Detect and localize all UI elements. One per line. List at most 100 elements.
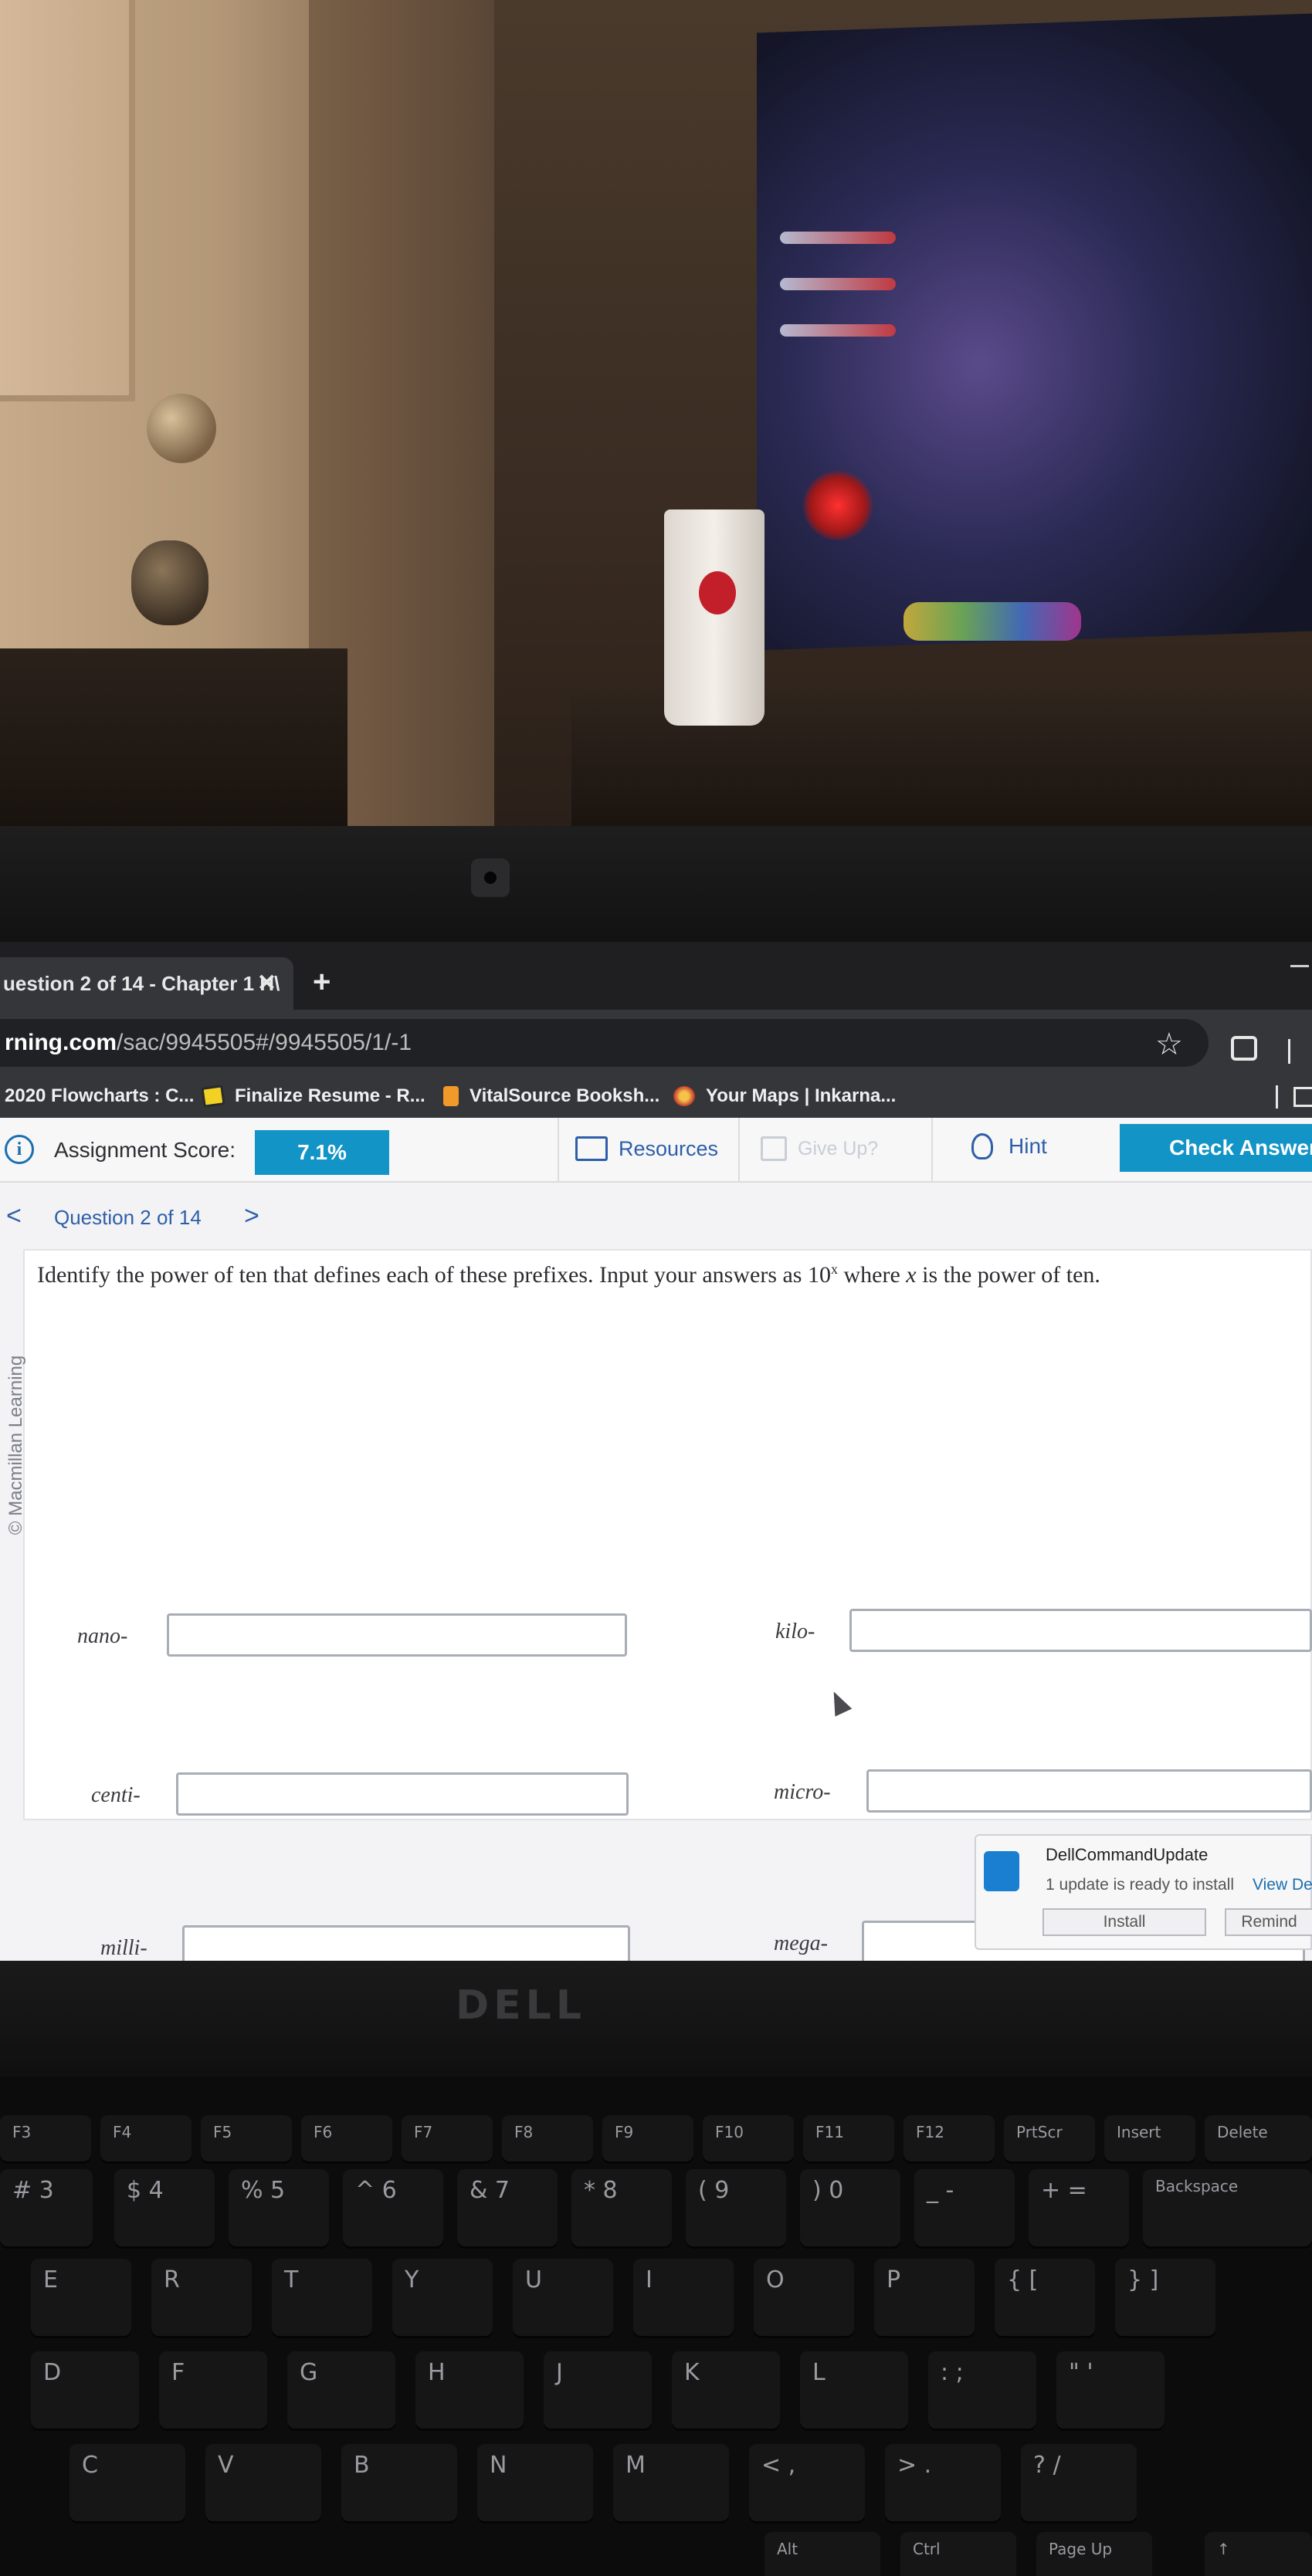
kilo-input[interactable] [849, 1609, 1312, 1652]
bookmark-star-icon[interactable]: ☆ [1155, 1027, 1183, 1062]
bookmark-vitalsource[interactable]: VitalSource Booksh... [443, 1079, 659, 1113]
key-f[interactable]: F [159, 2351, 267, 2429]
dell-update-notification: DellCommandUpdate 1 update is ready to i… [975, 1834, 1312, 1950]
key-v[interactable]: V [205, 2444, 321, 2521]
key-up-arrow[interactable]: ↑ [1205, 2532, 1312, 2576]
key-f6[interactable]: F6 [301, 2115, 392, 2161]
key-g[interactable]: G [287, 2351, 395, 2429]
check-answer-button[interactable]: Check Answer [1120, 1124, 1312, 1172]
key-t[interactable]: T [272, 2259, 372, 2336]
label-centi: centi- [91, 1783, 141, 1807]
key-0[interactable]: ) 0 [800, 2169, 900, 2246]
assignment-score-label: Assignment Score: [54, 1138, 236, 1162]
reading-list-icon[interactable] [1293, 1087, 1312, 1107]
key-period[interactable]: > . [885, 2444, 1001, 2521]
key-4[interactable]: $ 4 [114, 2169, 215, 2246]
remind-button[interactable]: Remind [1225, 1908, 1312, 1936]
next-question-button[interactable]: > [244, 1201, 259, 1231]
key-insert[interactable]: Insert [1104, 2115, 1195, 2161]
key-e[interactable]: E [31, 2259, 131, 2336]
key-p[interactable]: P [874, 2259, 975, 2336]
key-l[interactable]: L [800, 2351, 908, 2429]
key-ctrl[interactable]: Ctrl [900, 2532, 1016, 2576]
url-input[interactable]: rning.com/sac/9945505#/9945505/1/-1 ☆ [0, 1019, 1209, 1067]
url-host: rning.com [5, 1030, 117, 1055]
key-quote[interactable]: " ' [1056, 2351, 1165, 2429]
extension-icon[interactable] [1231, 1036, 1257, 1061]
previous-question-button[interactable]: < [6, 1201, 22, 1231]
key-n[interactable]: N [477, 2444, 593, 2521]
laptop-bezel-top [0, 826, 1312, 942]
key-o[interactable]: O [754, 2259, 854, 2336]
install-button[interactable]: Install [1042, 1908, 1206, 1936]
key-alt[interactable]: Alt [764, 2532, 880, 2576]
key-9[interactable]: ( 9 [686, 2169, 786, 2246]
new-tab-button[interactable]: + [313, 965, 331, 1000]
key-minus[interactable]: _ - [914, 2169, 1015, 2246]
view-details-link[interactable]: View De [1253, 1876, 1312, 1894]
laptop-screen: uestion 2 of 14 - Chapter 1 H\ ✕ + rning… [0, 942, 1312, 1961]
key-c[interactable]: C [69, 2444, 185, 2521]
hint-button[interactable]: Hint [971, 1133, 1047, 1159]
key-6[interactable]: ^ 6 [343, 2169, 443, 2246]
bookmarks-bar: 2020 Flowcharts : C... Finalize Resume -… [0, 1075, 1312, 1118]
key-j[interactable]: J [544, 2351, 652, 2429]
url-path: /sac/9945505#/9945505/1/-1 [117, 1030, 412, 1055]
folder-icon [575, 1136, 608, 1161]
key-f4[interactable]: F4 [100, 2115, 192, 2161]
key-y[interactable]: Y [392, 2259, 493, 2336]
resources-button[interactable]: Resources [575, 1136, 718, 1161]
exponent: x [830, 1261, 838, 1277]
key-k[interactable]: K [672, 2351, 780, 2429]
key-d[interactable]: D [31, 2351, 139, 2429]
door-lock [131, 540, 208, 625]
key-delete[interactable]: Delete [1205, 2115, 1312, 2161]
bookmark-resume[interactable]: Finalize Resume - R... [201, 1079, 425, 1113]
door-panel [0, 0, 135, 401]
key-i[interactable]: I [633, 2259, 734, 2336]
key-5[interactable]: % 5 [229, 2169, 329, 2246]
key-f7[interactable]: F7 [402, 2115, 493, 2161]
bookmark-maps[interactable]: Your Maps | Inkarna... [673, 1079, 896, 1113]
key-page-up[interactable]: Page Up [1036, 2532, 1152, 2576]
key-left-brace[interactable]: { [ [995, 2259, 1095, 2336]
bookmark-flowcharts[interactable]: 2020 Flowcharts : C... [5, 1079, 194, 1113]
key-u[interactable]: U [513, 2259, 613, 2336]
key-f3[interactable]: F3 [0, 2115, 91, 2161]
key-comma[interactable]: < , [749, 2444, 865, 2521]
info-icon[interactable]: i [5, 1135, 34, 1164]
milli-input[interactable] [182, 1925, 630, 1961]
key-equals[interactable]: + = [1029, 2169, 1129, 2246]
nano-input[interactable] [167, 1613, 627, 1657]
key-f11[interactable]: F11 [803, 2115, 894, 2161]
browser-tab-active[interactable]: uestion 2 of 14 - Chapter 1 H\ ✕ [0, 957, 293, 1010]
key-f9[interactable]: F9 [602, 2115, 693, 2161]
key-right-brace[interactable]: } ] [1115, 2259, 1215, 2336]
key-b[interactable]: B [341, 2444, 457, 2521]
micro-input[interactable] [866, 1769, 1312, 1813]
key-3[interactable]: # 3 [0, 2169, 93, 2246]
key-slash[interactable]: ? / [1021, 2444, 1137, 2521]
give-up-button[interactable]: Give Up? [761, 1136, 878, 1161]
key-r[interactable]: R [151, 2259, 252, 2336]
key-backspace[interactable]: Backspace [1143, 2169, 1312, 2246]
key-prtscr[interactable]: PrtScr [1004, 2115, 1095, 2161]
key-h[interactable]: H [415, 2351, 524, 2429]
key-f10[interactable]: F10 [703, 2115, 794, 2161]
close-icon[interactable]: ✕ [257, 970, 276, 997]
label-mega: mega- [774, 1931, 828, 1955]
key-7[interactable]: & 7 [457, 2169, 558, 2246]
lightbulb-icon [971, 1133, 993, 1159]
key-semicolon[interactable]: : ; [928, 2351, 1036, 2429]
window-minimize-icon[interactable] [1290, 965, 1309, 967]
bookmark-label: Your Maps | Inkarna... [706, 1085, 897, 1106]
question-navigation: < Question 2 of 14 > [0, 1198, 1312, 1237]
question-counter[interactable]: Question 2 of 14 [54, 1206, 202, 1230]
key-f12[interactable]: F12 [903, 2115, 995, 2161]
key-f8[interactable]: F8 [502, 2115, 593, 2161]
key-f5[interactable]: F5 [201, 2115, 292, 2161]
centi-input[interactable] [176, 1772, 629, 1816]
key-8[interactable]: * 8 [571, 2169, 672, 2246]
toolbar-divider [1288, 1039, 1290, 1064]
key-m[interactable]: M [613, 2444, 729, 2521]
